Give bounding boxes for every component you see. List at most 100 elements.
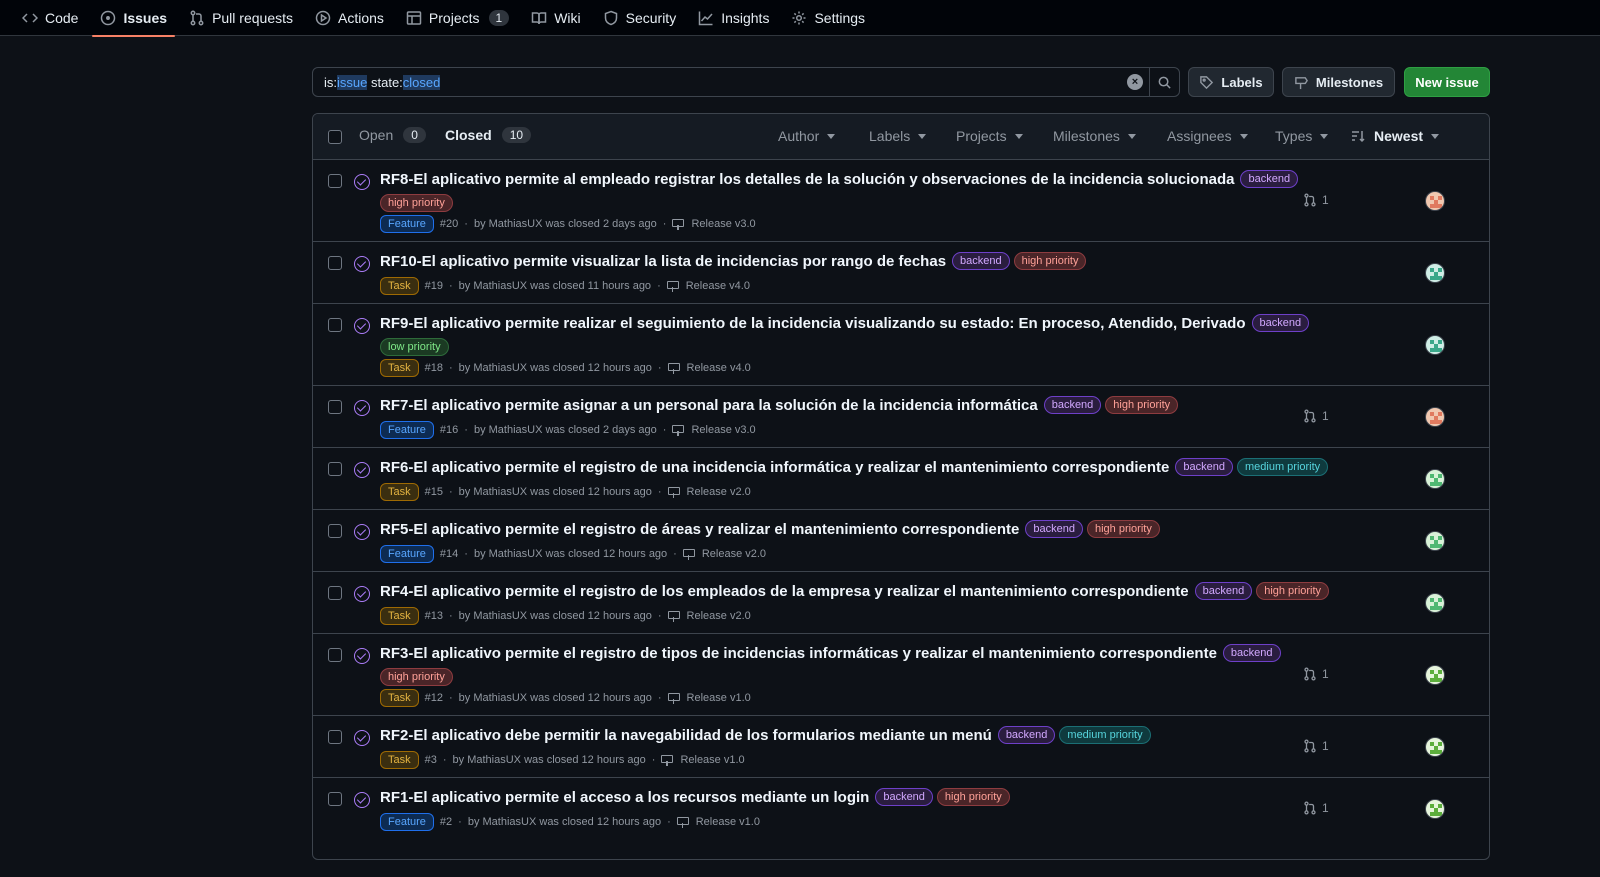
issue-milestone-link[interactable]: Release v1.0 [696,816,760,828]
assignee-avatar[interactable] [1425,335,1445,355]
linked-pr-link[interactable]: 1 [1303,193,1329,207]
open-issues-tab[interactable]: Open 0 [359,127,426,143]
assignee-avatar[interactable] [1425,469,1445,489]
milestones-button[interactable]: Milestones [1282,67,1395,97]
nav-tab-pull-requests[interactable]: Pull requests [181,0,301,36]
filter-assignees[interactable]: Assignees [1167,128,1248,144]
label-high[interactable]: high priority [1105,396,1179,414]
issue-type-badge[interactable]: Feature [380,215,434,233]
nav-tab-settings[interactable]: Settings [783,0,873,36]
label-backend[interactable]: backend [1194,582,1253,600]
issue-title-link[interactable]: RF3-El aplicativo permite el registro de… [380,645,1217,662]
label-backend[interactable]: backend [1025,520,1083,538]
linked-pr-link[interactable]: 1 [1303,801,1329,815]
issue-row[interactable]: RF1-El aplicativo permite el acceso a lo… [313,778,1489,840]
issue-type-badge[interactable]: Feature [380,545,434,563]
label-backend[interactable]: backend [1251,314,1310,332]
issue-checkbox[interactable] [328,318,342,332]
issue-row[interactable]: RF4-El aplicativo permite el registro de… [313,572,1489,634]
issue-row[interactable]: RF8-El aplicativo permite al empleado re… [313,160,1489,242]
select-all-checkbox[interactable] [328,130,342,144]
nav-tab-security[interactable]: Security [595,0,685,36]
issue-row[interactable]: RF9-El aplicativo permite realizar el se… [313,304,1489,386]
label-backend[interactable]: backend [952,252,1010,270]
filter-types[interactable]: Types [1275,128,1329,144]
issue-type-badge[interactable]: Task [380,359,419,377]
label-backend[interactable]: backend [875,788,933,806]
label-backend[interactable]: backend [997,726,1056,744]
label-high[interactable]: high priority [380,668,453,686]
issue-checkbox[interactable] [328,400,342,414]
issue-title-link[interactable]: RF4-El aplicativo permite el registro de… [380,583,1189,600]
search-input[interactable]: is:issue state:closed × [312,67,1180,97]
assignee-avatar[interactable] [1425,593,1445,613]
assignee-avatar[interactable] [1425,191,1445,211]
issue-row[interactable]: RF6-El aplicativo permite el registro de… [313,448,1489,510]
search-button[interactable] [1149,68,1179,96]
issue-type-badge[interactable]: Task [380,689,419,707]
nav-tab-projects[interactable]: Projects 1 [398,0,517,36]
label-high[interactable]: high priority [1086,520,1160,538]
issue-milestone-link[interactable]: Release v4.0 [686,280,750,292]
nav-tab-code[interactable]: Code [14,0,86,36]
label-backend[interactable]: backend [1240,170,1299,188]
issue-milestone-link[interactable]: Release v2.0 [687,486,751,498]
issue-type-badge[interactable]: Feature [380,421,434,439]
issue-milestone-link[interactable]: Release v4.0 [687,362,751,374]
issue-checkbox[interactable] [328,730,342,744]
closed-issues-tab[interactable]: Closed 10 [445,127,532,143]
issue-checkbox[interactable] [328,524,342,538]
issue-milestone-link[interactable]: Release v3.0 [691,424,755,436]
label-backend[interactable]: backend [1043,396,1102,414]
issue-type-badge[interactable]: Task [380,483,419,501]
filter-labels[interactable]: Labels [869,128,927,144]
issue-type-badge[interactable]: Task [380,607,419,625]
label-high[interactable]: high priority [1256,582,1330,600]
label-low[interactable]: low priority [380,338,449,356]
issue-row[interactable]: RF7-El aplicativo permite asignar a un p… [313,386,1489,448]
issue-row[interactable]: RF5-El aplicativo permite el registro de… [313,510,1489,572]
clear-search-icon[interactable]: × [1127,74,1143,90]
assignee-avatar[interactable] [1425,263,1445,283]
linked-pr-link[interactable]: 1 [1303,667,1329,681]
issue-type-badge[interactable]: Task [380,751,419,769]
issue-checkbox[interactable] [328,586,342,600]
new-issue-button[interactable]: New issue [1404,67,1490,97]
linked-pr-link[interactable]: 1 [1303,409,1329,423]
filter-author[interactable]: Author [778,128,836,144]
sort-dropdown[interactable]: Newest [1350,128,1440,144]
issue-checkbox[interactable] [328,792,342,806]
issue-title-link[interactable]: RF10-El aplicativo permite visualizar la… [380,253,946,270]
label-backend[interactable]: backend [1222,644,1281,662]
label-backend[interactable]: backend [1175,458,1233,476]
filter-milestones[interactable]: Milestones [1053,128,1136,144]
issue-title-link[interactable]: RF2-El aplicativo debe permitir la naveg… [380,727,992,744]
issue-checkbox[interactable] [328,174,342,188]
label-medium[interactable]: medium priority [1236,458,1329,476]
issue-title-link[interactable]: RF6-El aplicativo permite el registro de… [380,459,1169,476]
issue-milestone-link[interactable]: Release v2.0 [702,548,766,560]
nav-tab-actions[interactable]: Actions [307,0,392,36]
assignee-avatar[interactable] [1425,737,1445,757]
issue-milestone-link[interactable]: Release v3.0 [691,218,755,230]
issue-type-badge[interactable]: Feature [380,813,434,831]
assignee-avatar[interactable] [1425,799,1445,819]
issue-title-link[interactable]: RF8-El aplicativo permite al empleado re… [380,171,1234,188]
issue-title-link[interactable]: RF7-El aplicativo permite asignar a un p… [380,397,1038,414]
issue-row[interactable]: RF10-El aplicativo permite visualizar la… [313,242,1489,304]
assignee-avatar[interactable] [1425,665,1445,685]
labels-button[interactable]: Labels [1188,67,1274,97]
issue-checkbox[interactable] [328,648,342,662]
filter-projects[interactable]: Projects [956,128,1023,144]
label-high[interactable]: high priority [1013,252,1087,270]
assignee-avatar[interactable] [1425,407,1445,427]
issue-row[interactable]: RF2-El aplicativo debe permitir la naveg… [313,716,1489,778]
issue-milestone-link[interactable]: Release v1.0 [687,692,751,704]
assignee-avatar[interactable] [1425,531,1445,551]
issue-milestone-link[interactable]: Release v1.0 [680,754,744,766]
nav-tab-insights[interactable]: Insights [690,0,777,36]
issue-row[interactable]: RF3-El aplicativo permite el registro de… [313,634,1489,716]
issue-title-link[interactable]: RF5-El aplicativo permite el registro de… [380,521,1019,538]
nav-tab-issues[interactable]: Issues [92,0,175,37]
label-high[interactable]: high priority [936,788,1010,806]
